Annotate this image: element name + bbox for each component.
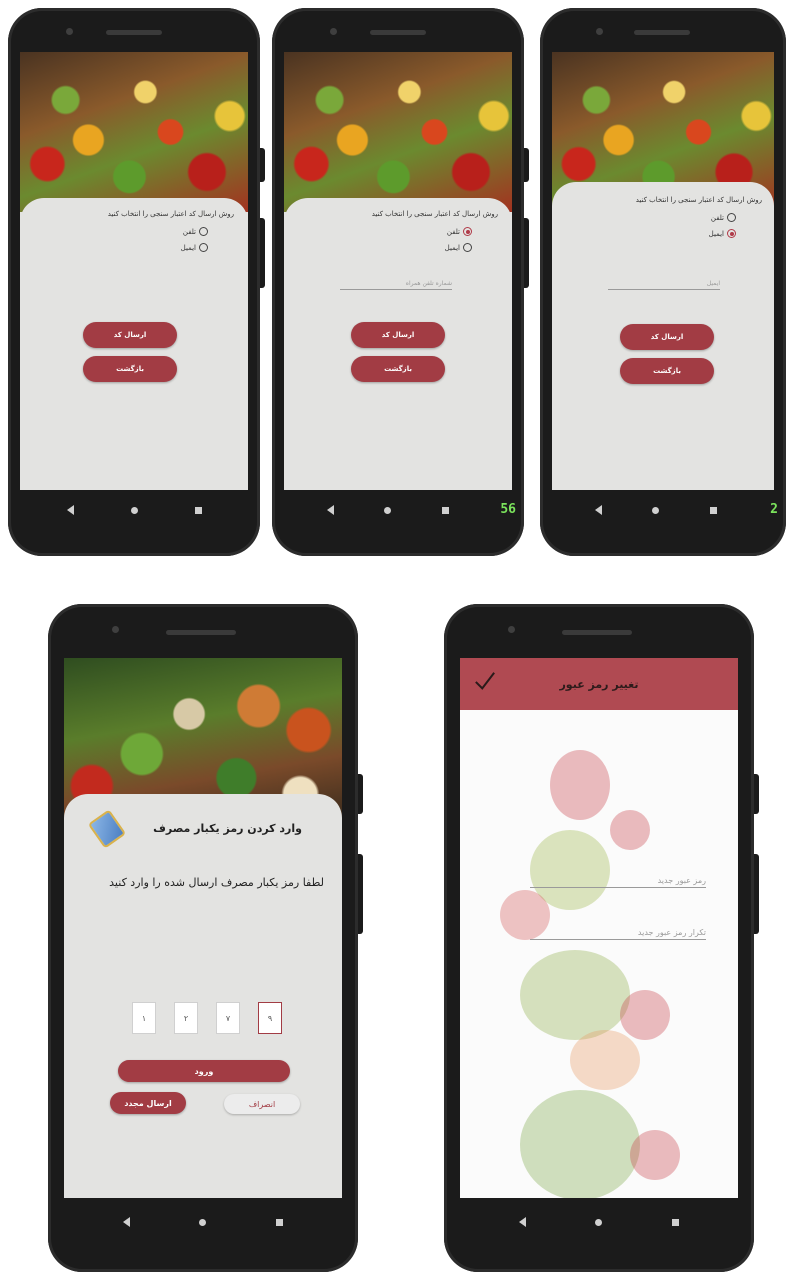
nav-bar: [8, 500, 260, 520]
nav-back-icon[interactable]: [122, 1217, 130, 1227]
back-button[interactable]: بازگشت: [351, 356, 445, 382]
cancel-button[interactable]: انصراف: [224, 1094, 300, 1114]
radio-button-selected[interactable]: [727, 229, 736, 238]
frame-counter: 2: [770, 502, 778, 517]
nav-recent-icon[interactable]: [672, 1218, 680, 1226]
front-camera: [112, 626, 119, 633]
radio-button[interactable]: [199, 227, 208, 236]
radio-button-selected[interactable]: [463, 227, 472, 236]
send-code-button[interactable]: ارسال کد: [620, 324, 714, 350]
otp-title: وارد کردن رمز یکبار مصرف: [153, 822, 302, 835]
back-button[interactable]: بازگشت: [83, 356, 177, 382]
radio-button[interactable]: [199, 243, 208, 252]
screen: روش ارسال کد اعتبار سنجی را انتخاب کنید …: [20, 52, 248, 490]
screen: روش ارسال کد اعتبار سنجی را انتخاب کنید …: [284, 52, 512, 490]
verification-card: روش ارسال کد اعتبار سنجی را انتخاب کنید …: [20, 198, 248, 490]
speaker: [562, 630, 632, 635]
nav-home-icon[interactable]: [130, 506, 138, 514]
check-icon[interactable]: [474, 670, 496, 692]
radio-email-label: ایمیل: [708, 229, 724, 238]
speaker: [634, 30, 690, 35]
method-prompt: روش ارسال کد اعتبار سنجی را انتخاب کنید: [107, 210, 234, 218]
radio-phone-label: تلفن: [446, 227, 460, 236]
phone-otp-icon: [87, 809, 127, 849]
verification-card: روش ارسال کد اعتبار سنجی را انتخاب کنید …: [284, 198, 512, 490]
page-title: تغییر رمز عبور: [559, 677, 639, 691]
phone-frame-1: روش ارسال کد اعتبار سنجی را انتخاب کنید …: [8, 8, 265, 556]
faded-background-image: [460, 710, 738, 1198]
app-bar: تغییر رمز عبور: [460, 658, 738, 710]
radio-email[interactable]: ایمیل: [181, 243, 208, 252]
nav-bar: [272, 500, 524, 520]
radio-button[interactable]: [727, 213, 736, 222]
speaker: [370, 30, 426, 35]
otp-digit-3[interactable]: ۷: [216, 1002, 240, 1034]
radio-phone[interactable]: تلفن: [183, 227, 208, 236]
radio-button[interactable]: [463, 243, 472, 252]
nav-bar: [444, 1210, 754, 1234]
nav-bar: [540, 500, 786, 520]
front-camera: [66, 28, 73, 35]
otp-digit-1[interactable]: ۱: [132, 1002, 156, 1034]
nav-back-icon[interactable]: [595, 505, 603, 515]
speaker: [106, 30, 162, 35]
nav-back-icon[interactable]: [66, 505, 74, 515]
nav-home-icon[interactable]: [384, 506, 392, 514]
nav-recent-icon[interactable]: [194, 506, 202, 514]
nav-back-icon[interactable]: [327, 505, 335, 515]
phone-number-input[interactable]: شماره تلفن همراه: [340, 280, 452, 290]
login-button[interactable]: ورود: [118, 1060, 290, 1082]
hero-image-fruits: [20, 52, 248, 212]
radio-email-label: ایمیل: [444, 243, 460, 252]
email-input[interactable]: ایمیل: [608, 280, 720, 290]
nav-recent-icon[interactable]: [276, 1218, 284, 1226]
repeat-password-input[interactable]: تکرار رمز عبور جدید: [530, 928, 706, 940]
screen: روش ارسال کد اعتبار سنجی را انتخاب کنید …: [552, 52, 774, 490]
radio-phone-label: تلفن: [182, 227, 196, 236]
nav-back-icon[interactable]: [518, 1217, 526, 1227]
phone-frame-2: روش ارسال کد اعتبار سنجی را انتخاب کنید …: [272, 8, 529, 556]
otp-subtitle: لطفا رمز یکبار مصرف ارسال شده را وارد کن…: [109, 876, 324, 889]
method-prompt: روش ارسال کد اعتبار سنجی را انتخاب کنید: [635, 196, 762, 204]
radio-phone[interactable]: تلفن: [447, 227, 472, 236]
verification-card: روش ارسال کد اعتبار سنجی را انتخاب کنید …: [552, 182, 774, 490]
radio-phone[interactable]: تلفن: [711, 213, 736, 222]
send-code-button[interactable]: ارسال کد: [83, 322, 177, 348]
front-camera: [596, 28, 603, 35]
nav-recent-icon[interactable]: [709, 506, 717, 514]
radio-email[interactable]: ایمیل: [709, 229, 736, 238]
nav-home-icon[interactable]: [652, 506, 660, 514]
otp-digit-4[interactable]: ۹: [258, 1002, 282, 1034]
back-button[interactable]: بازگشت: [620, 358, 714, 384]
new-password-input[interactable]: رمز عبور جدید: [530, 876, 706, 888]
radio-email-label: ایمیل: [180, 243, 196, 252]
phone-frame-3: روش ارسال کد اعتبار سنجی را انتخاب کنید …: [540, 8, 786, 556]
radio-phone-label: تلفن: [710, 213, 724, 222]
hero-image-fruits: [284, 52, 512, 212]
method-prompt: روش ارسال کد اعتبار سنجی را انتخاب کنید: [371, 210, 498, 218]
screen: تغییر رمز عبور رمز عبور جدید تکرار رمز ع…: [460, 658, 738, 1198]
resend-button[interactable]: ارسال مجدد: [110, 1092, 186, 1114]
nav-home-icon[interactable]: [595, 1218, 603, 1226]
speaker: [166, 630, 236, 635]
otp-card: وارد کردن رمز یکبار مصرف لطفا رمز یکبار …: [64, 794, 342, 1198]
front-camera: [330, 28, 337, 35]
radio-email[interactable]: ایمیل: [445, 243, 472, 252]
nav-recent-icon[interactable]: [441, 506, 449, 514]
phone-frame-5: تغییر رمز عبور رمز عبور جدید تکرار رمز ع…: [444, 604, 759, 1272]
frame-counter: 56: [500, 502, 516, 517]
front-camera: [508, 626, 515, 633]
otp-digit-2[interactable]: ۲: [174, 1002, 198, 1034]
screen: وارد کردن رمز یکبار مصرف لطفا رمز یکبار …: [64, 658, 342, 1198]
phone-frame-4: وارد کردن رمز یکبار مصرف لطفا رمز یکبار …: [48, 604, 363, 1272]
nav-home-icon[interactable]: [199, 1218, 207, 1226]
send-code-button[interactable]: ارسال کد: [351, 322, 445, 348]
nav-bar: [48, 1210, 358, 1234]
